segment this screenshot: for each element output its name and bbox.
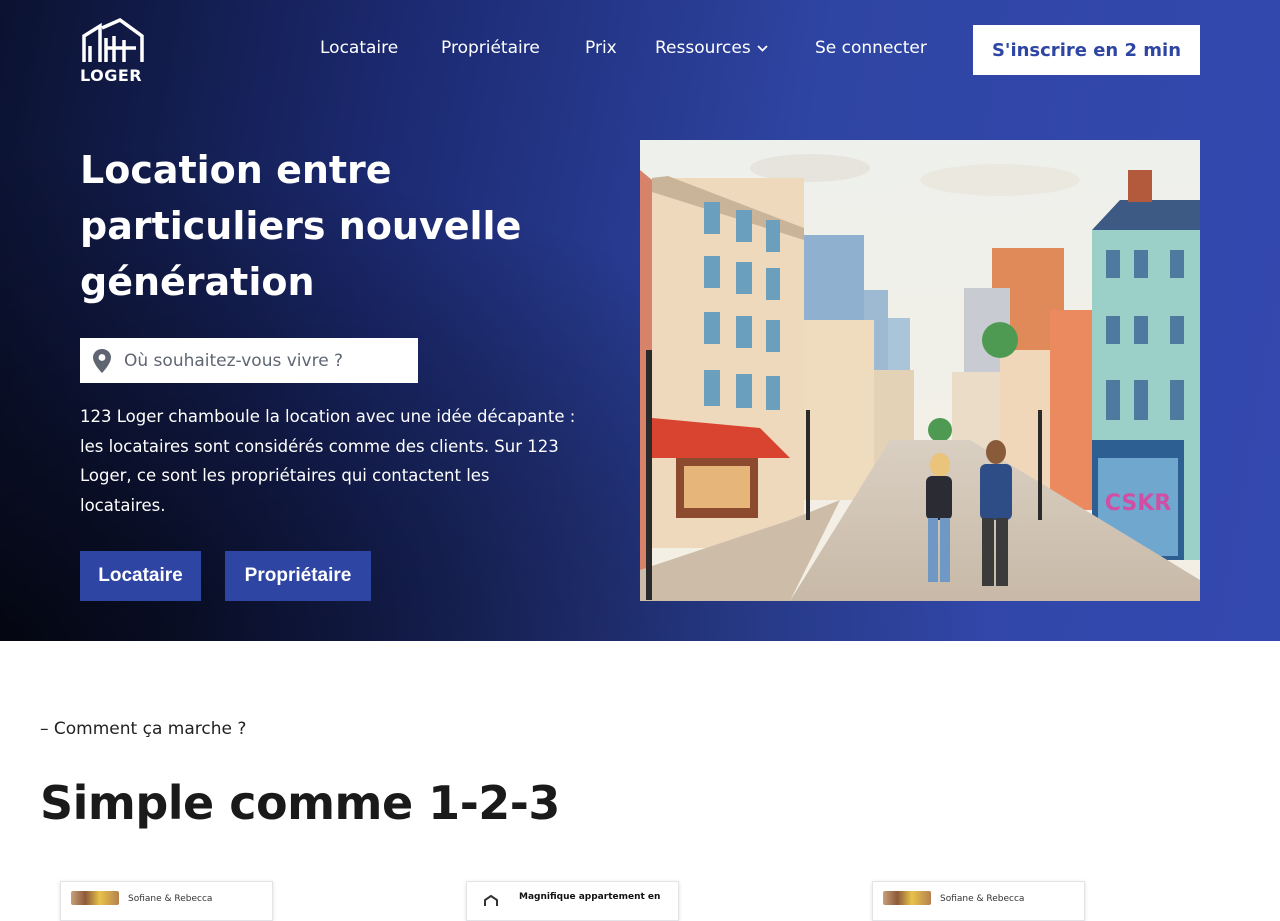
chevron-down-icon xyxy=(757,45,768,52)
step-card-3: Sofiane & Rebecca xyxy=(872,881,1085,921)
nav-item-prix[interactable]: Prix xyxy=(585,38,617,58)
avatar xyxy=(71,891,119,905)
step-card-2: Magnifique appartement en xyxy=(466,881,679,921)
card-text: Magnifique appartement en xyxy=(519,892,661,902)
locataire-button[interactable]: Locataire xyxy=(80,551,201,601)
hero-title: Location entre particuliers nouvelle gén… xyxy=(80,148,522,304)
hero-section: LOGER Locataire Propriétaire Prix Ressou… xyxy=(0,0,1280,641)
avatar xyxy=(883,891,931,905)
step-card-1: Sofiane & Rebecca xyxy=(60,881,273,921)
nav-item-proprietaire[interactable]: Propriétaire xyxy=(441,38,540,58)
search-input[interactable] xyxy=(124,350,394,371)
location-search[interactable] xyxy=(80,338,418,383)
street-illustration: CSKR xyxy=(640,140,1200,601)
nav-item-ressources-label: Ressources xyxy=(655,38,751,58)
nav-item-ressources[interactable]: Ressources xyxy=(655,38,768,58)
house-icon xyxy=(484,894,498,906)
signup-button[interactable]: S'inscrire en 2 min xyxy=(973,25,1200,75)
hero-description: 123 Loger chamboule la location avec une… xyxy=(80,407,576,515)
graffiti-text: CSKR xyxy=(1105,491,1171,516)
brand-name[interactable]: LOGER xyxy=(80,66,142,85)
map-pin-icon xyxy=(93,348,111,373)
section-eyebrow: – Comment ça marche ? xyxy=(40,719,247,739)
card-text: Sofiane & Rebecca xyxy=(128,894,213,904)
card-text: Sofiane & Rebecca xyxy=(940,894,1025,904)
nav-item-locataire[interactable]: Locataire xyxy=(320,38,398,58)
proprietaire-button[interactable]: Propriétaire xyxy=(225,551,371,601)
section-title: Simple comme 1-2-3 xyxy=(40,776,560,830)
nav-item-login[interactable]: Se connecter xyxy=(815,38,927,58)
